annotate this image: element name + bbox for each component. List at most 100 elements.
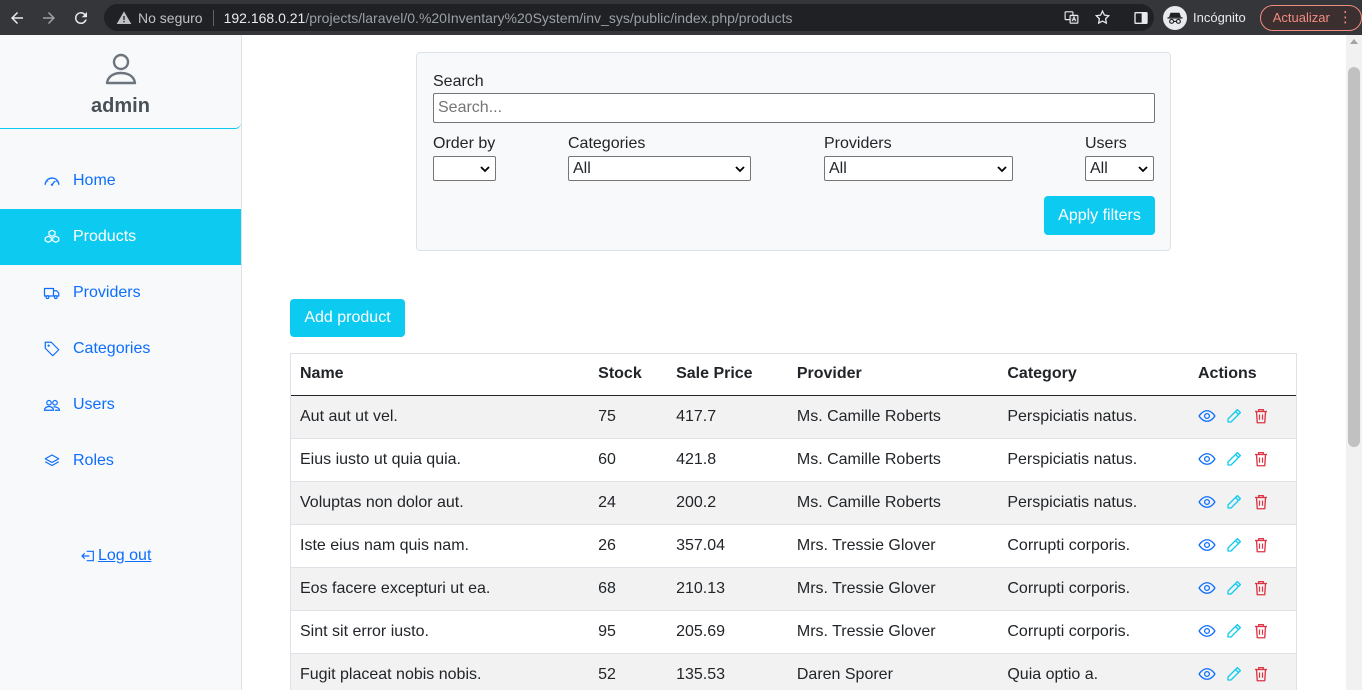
edit-pencil-icon[interactable] [1225, 579, 1245, 599]
chevron-down-icon [997, 166, 1007, 173]
sidebar-item-home[interactable]: Home [0, 153, 241, 209]
table-header-row: Name Stock Sale Price Provider Category … [291, 354, 1296, 396]
incognito-indicator[interactable]: Incógnito [1163, 5, 1246, 30]
sidebar-menu: Home Products Providers Categories Users… [0, 153, 241, 489]
cell-category: Perspiciatis natus. [998, 395, 1189, 438]
cell-stock: 52 [589, 652, 668, 690]
cell-actions [1189, 566, 1296, 610]
warning-icon [116, 10, 132, 26]
column-header-sale-price: Sale Price [667, 354, 788, 396]
url-host: 192.168.0.21 [223, 9, 306, 26]
cell-actions [1189, 652, 1296, 690]
sidebar-item-categories[interactable]: Categories [0, 321, 241, 377]
delete-trash-icon[interactable] [1252, 579, 1272, 599]
search-input[interactable] [433, 93, 1155, 123]
cell-name: Sint sit error iusto. [291, 609, 590, 653]
table-row: Eius iusto ut quia quia. 60 421.8 Ms. Camil… [291, 437, 1296, 481]
sidebar-item-label: Categories [73, 340, 151, 357]
logout-link[interactable]: Log out [80, 547, 151, 565]
cell-name: Fugit placeat nobis nobis. [291, 652, 590, 690]
delete-trash-icon[interactable] [1252, 536, 1272, 556]
cell-provider: Mrs. Tressie Glover [787, 523, 999, 567]
scrollbar-thumb[interactable] [1348, 67, 1360, 447]
layers-icon [44, 454, 60, 467]
edit-pencil-icon[interactable] [1225, 450, 1245, 470]
add-product-button[interactable]: Add product [290, 299, 405, 337]
user-avatar-icon [0, 50, 241, 86]
providers-select[interactable]: All [824, 156, 1013, 181]
users-value: All [1090, 159, 1108, 177]
view-eye-icon[interactable] [1198, 450, 1218, 470]
categories-label: Categories [568, 135, 646, 152]
cell-sale-price: 357.04 [667, 523, 788, 567]
table-row: Eos facere excepturi ut ea. 68 210.13 Mrs. … [291, 566, 1296, 610]
cell-sale-price: 205.69 [667, 609, 788, 653]
browser-toolbar: No seguro 192.168.0.21/projects/laravel/… [0, 0, 1362, 35]
chevron-down-icon [480, 166, 490, 173]
boxes-icon [44, 229, 60, 243]
edit-pencil-icon[interactable] [1225, 622, 1245, 642]
cell-name: Voluptas non dolor aut. [291, 480, 590, 524]
filters-panel: Search Order by Categories All Providers… [416, 52, 1171, 251]
edit-pencil-icon[interactable] [1225, 536, 1245, 556]
sidebar-item-providers[interactable]: Providers [0, 265, 241, 321]
scroll-up-arrow-icon[interactable] [1350, 39, 1358, 44]
browser-right-controls: Incógnito Actualizar ⋮ [1133, 4, 1362, 31]
cell-name: Iste eius nam quis nam. [291, 523, 590, 567]
bookmark-star-icon[interactable] [1094, 9, 1111, 26]
cell-name: Eius iusto ut quia quia. [291, 437, 590, 481]
forward-button[interactable] [34, 3, 64, 33]
truck-icon [43, 287, 60, 300]
cell-provider: Ms. Camille Roberts [787, 437, 999, 481]
cell-actions [1189, 523, 1296, 567]
cell-name: Eos facere excepturi ut ea. [291, 566, 590, 610]
apply-filters-button[interactable]: Apply filters [1044, 196, 1155, 235]
view-eye-icon[interactable] [1198, 407, 1218, 427]
view-eye-icon[interactable] [1198, 665, 1218, 685]
sidebar-item-products[interactable]: Products [0, 209, 241, 265]
users-select[interactable]: All [1085, 156, 1154, 181]
delete-trash-icon[interactable] [1252, 622, 1272, 642]
edit-pencil-icon[interactable] [1225, 493, 1245, 513]
address-bar[interactable]: No seguro 192.168.0.21/projects/laravel/… [104, 4, 1154, 31]
categories-select[interactable]: All [568, 156, 751, 181]
cell-actions [1189, 480, 1296, 524]
side-panel-icon[interactable] [1133, 10, 1149, 26]
delete-trash-icon[interactable] [1252, 407, 1272, 427]
categories-value: All [573, 159, 591, 177]
cell-provider: Ms. Camille Roberts [787, 395, 999, 438]
cell-actions [1189, 609, 1296, 653]
sidebar: admin Home Products Providers Categories… [0, 35, 242, 690]
sidebar-item-label: Roles [73, 452, 114, 469]
order-by-select[interactable] [433, 156, 496, 181]
cell-category: Corrupti corporis. [998, 523, 1189, 567]
table-row: Iste eius nam quis nam. 26 357.04 Mrs. Tres… [291, 523, 1296, 567]
sidebar-item-users[interactable]: Users [0, 377, 241, 433]
reload-button[interactable] [66, 3, 96, 33]
incognito-icon [1163, 5, 1187, 30]
cell-stock: 24 [589, 480, 668, 524]
edit-pencil-icon[interactable] [1225, 407, 1245, 427]
view-eye-icon[interactable] [1198, 493, 1218, 513]
table-row: Fugit placeat nobis nobis. 52 135.53 Daren … [291, 652, 1296, 690]
delete-trash-icon[interactable] [1252, 450, 1272, 470]
view-eye-icon[interactable] [1198, 536, 1218, 556]
cell-sale-price: 417.7 [667, 395, 788, 438]
back-button[interactable] [2, 3, 32, 33]
order-by-label: Order by [433, 135, 496, 152]
column-header-category: Category [998, 354, 1189, 396]
cell-stock: 26 [589, 523, 668, 567]
sidebar-item-label: Users [73, 396, 115, 413]
view-eye-icon[interactable] [1198, 622, 1218, 642]
update-label: Actualizar [1272, 10, 1330, 25]
view-eye-icon[interactable] [1198, 579, 1218, 599]
translate-icon[interactable] [1063, 9, 1080, 26]
sidebar-item-roles[interactable]: Roles [0, 433, 241, 489]
edit-pencil-icon[interactable] [1225, 665, 1245, 685]
cell-category: Quia optio a. [998, 652, 1189, 690]
update-button[interactable]: Actualizar ⋮ [1259, 4, 1362, 31]
delete-trash-icon[interactable] [1252, 493, 1272, 513]
delete-trash-icon[interactable] [1252, 665, 1272, 685]
page-scrollbar[interactable] [1346, 35, 1362, 690]
cell-stock: 95 [589, 609, 668, 653]
